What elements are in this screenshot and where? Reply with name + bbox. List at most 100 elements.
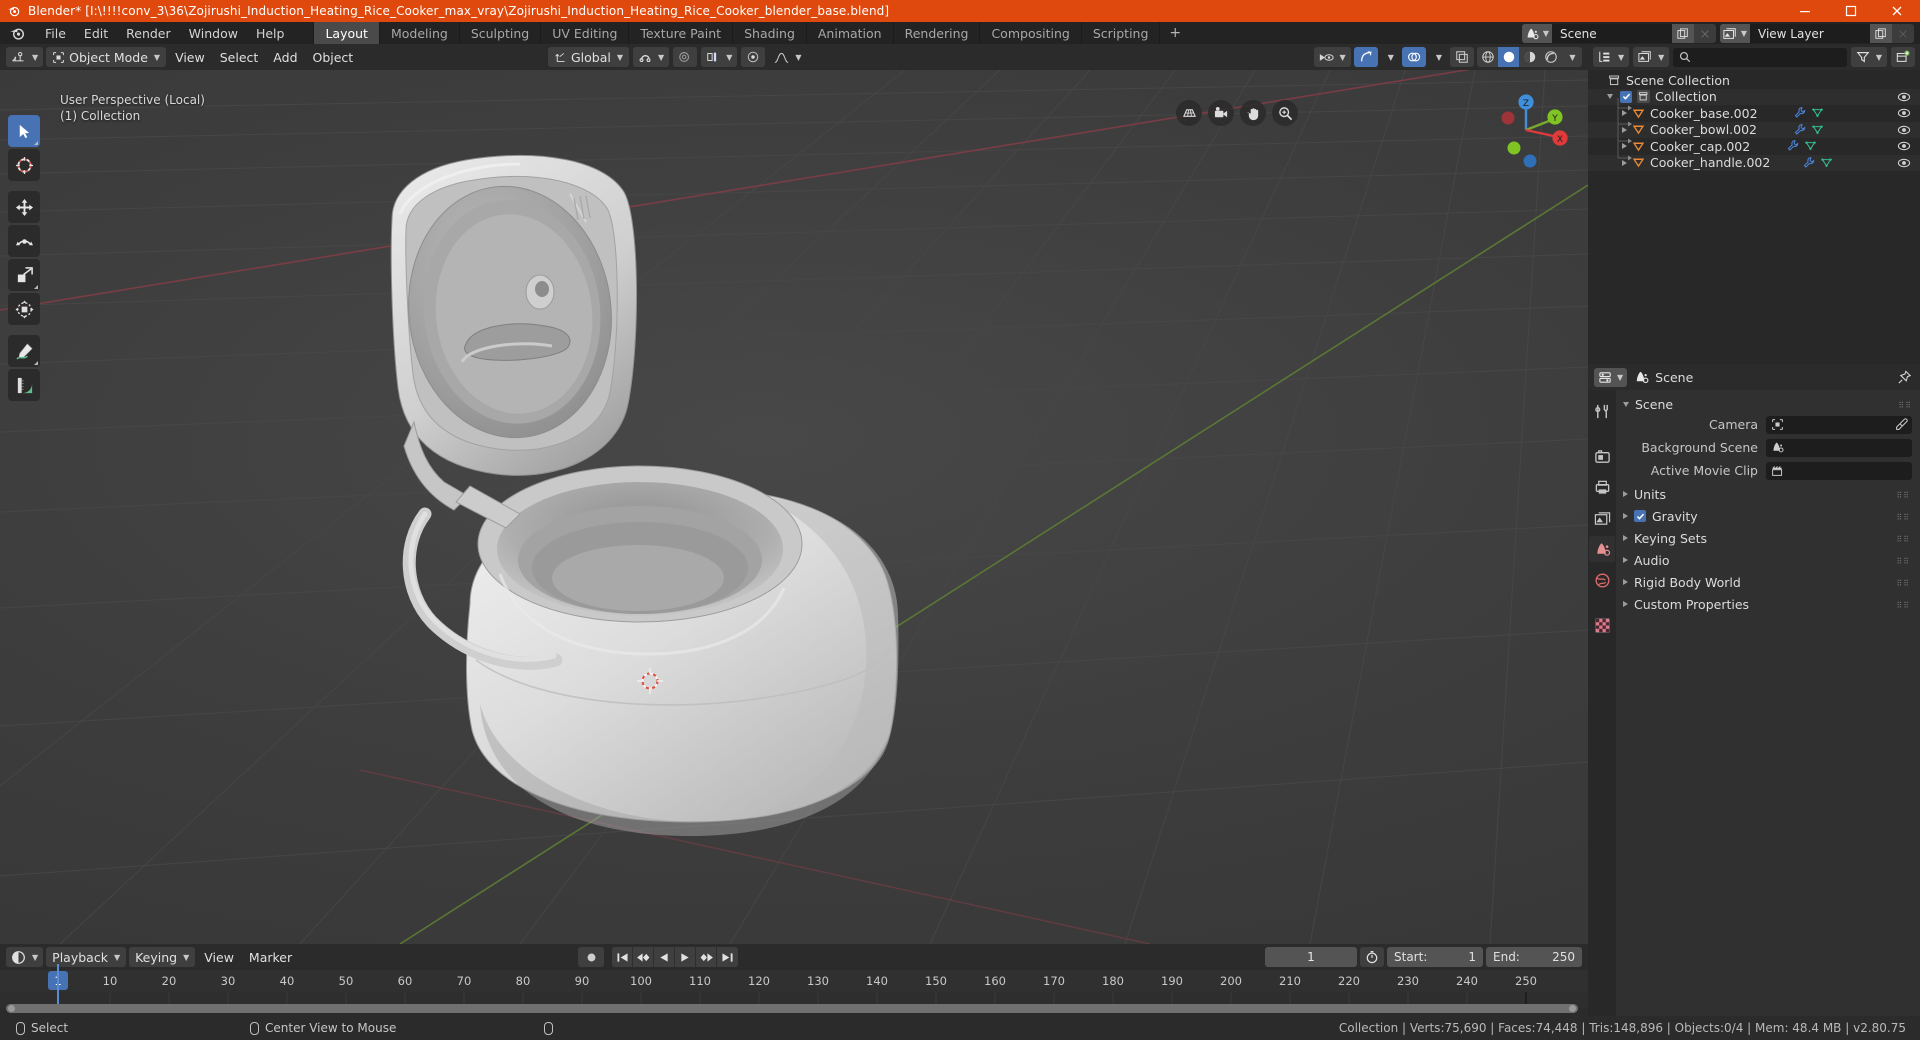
tab-uv-editing[interactable]: UV Editing: [540, 22, 628, 44]
section-custom-properties[interactable]: Custom Properties ⠿⠿: [1616, 593, 1920, 615]
jump-start-icon[interactable]: [612, 947, 633, 967]
tab-output[interactable]: [1589, 474, 1615, 500]
modifier-wrench-icon[interactable]: [1793, 123, 1806, 136]
tab-scene[interactable]: [1589, 536, 1615, 562]
transform-orientation-selector[interactable]: Global ▼: [548, 47, 630, 67]
gizmo-options-dropdown[interactable]: ▼: [1381, 47, 1399, 67]
scene-name[interactable]: Scene: [1552, 24, 1672, 43]
object-mode-selector[interactable]: Object Mode ▼: [46, 47, 167, 67]
mesh-data-icon[interactable]: [1811, 123, 1824, 136]
show-overlays-toggle[interactable]: [1401, 47, 1426, 67]
pan-view-icon[interactable]: [1240, 100, 1266, 126]
play-icon[interactable]: [675, 947, 696, 967]
outliner-row-object[interactable]: Cooker_bowl.002: [1588, 121, 1920, 138]
snapping-magnet-button[interactable]: ▼: [633, 47, 670, 67]
view-layer-name[interactable]: View Layer: [1750, 24, 1870, 43]
blender-logo-icon[interactable]: [8, 22, 30, 44]
delete-scene-button[interactable]: [1694, 24, 1716, 43]
cursor-tool[interactable]: [8, 149, 40, 181]
visibility-selector[interactable]: ▼: [1313, 47, 1351, 67]
snap-target-selector[interactable]: ▼: [701, 47, 738, 67]
add-workspace-button[interactable]: +: [1159, 22, 1190, 44]
solid-shading-button[interactable]: [1498, 47, 1519, 67]
mesh-data-icon[interactable]: [1811, 106, 1824, 119]
annotate-tool[interactable]: [8, 335, 40, 367]
outliner-new-collection-button[interactable]: [1891, 47, 1915, 67]
select-box-tool[interactable]: [8, 115, 40, 147]
rendered-shading-button[interactable]: [1540, 47, 1561, 67]
menu-edit[interactable]: Edit: [75, 23, 117, 43]
minimize-button[interactable]: [1782, 0, 1828, 22]
move-tool[interactable]: [8, 191, 40, 223]
section-audio[interactable]: Audio ⠿⠿: [1616, 549, 1920, 571]
play-reverse-icon[interactable]: [654, 947, 675, 967]
viewport-menu-add[interactable]: Add: [267, 47, 303, 67]
section-keying-sets[interactable]: Keying Sets ⠿⠿: [1616, 527, 1920, 549]
viewport-menu-view[interactable]: View: [169, 47, 211, 67]
outliner-search-input[interactable]: [1673, 47, 1847, 67]
tab-animation[interactable]: Animation: [805, 22, 893, 44]
tab-scripting[interactable]: Scripting: [1080, 22, 1160, 44]
outliner-editor-type-selector[interactable]: ▼: [1593, 47, 1630, 67]
view-layer-selector[interactable]: ▼ View Layer: [1720, 24, 1914, 43]
auto-keying-button[interactable]: [578, 947, 604, 967]
tab-world[interactable]: [1589, 567, 1615, 593]
transform-tool[interactable]: [8, 293, 40, 325]
timeline-menu-view[interactable]: View: [198, 947, 240, 967]
object-expander-icon[interactable]: [1618, 110, 1630, 117]
maximize-button[interactable]: [1828, 0, 1874, 22]
visibility-eye-icon[interactable]: [1897, 90, 1911, 107]
scale-tool[interactable]: [8, 259, 40, 291]
delete-view-layer-button[interactable]: [1892, 24, 1914, 43]
timeline-scrollbar[interactable]: [6, 1004, 1578, 1013]
modifier-wrench-icon[interactable]: [1793, 106, 1806, 119]
eyedropper-icon[interactable]: [1895, 417, 1908, 434]
xray-toggle[interactable]: [1450, 47, 1474, 67]
visibility-eye-icon[interactable]: [1897, 139, 1911, 156]
tab-render[interactable]: [1589, 443, 1615, 469]
tab-layout[interactable]: Layout: [313, 22, 379, 44]
tab-compositing[interactable]: Compositing: [979, 22, 1080, 44]
scrollbar-right-handle[interactable]: [1569, 1005, 1576, 1012]
timeline-menu-marker[interactable]: Marker: [243, 947, 298, 967]
section-rigid-body-world[interactable]: Rigid Body World ⠿⠿: [1616, 571, 1920, 593]
active-movie-clip-field[interactable]: [1766, 461, 1912, 480]
proportional-edit-button[interactable]: [673, 47, 698, 67]
outliner-row-scene-collection[interactable]: Scene Collection: [1588, 72, 1920, 89]
timeline-editor-type-selector[interactable]: ▼: [6, 947, 44, 967]
measure-tool[interactable]: [8, 369, 40, 401]
scrollbar-left-handle[interactable]: [8, 1005, 15, 1012]
overlay-options-dropdown[interactable]: ▼: [1429, 47, 1447, 67]
scene-panel-header[interactable]: Scene ⠿⠿: [1616, 394, 1920, 414]
viewport-menu-select[interactable]: Select: [214, 47, 265, 67]
properties-editor-type-selector[interactable]: ▼: [1594, 367, 1628, 387]
outliner-display-mode-selector[interactable]: ▼: [1633, 47, 1670, 67]
menu-file[interactable]: File: [36, 23, 75, 43]
section-gravity[interactable]: Gravity ⠿⠿: [1616, 505, 1920, 527]
collection-checkbox[interactable]: [1620, 90, 1632, 103]
viewport-canvas[interactable]: User Perspective (Local) (1) Collection: [0, 70, 1588, 944]
tab-modeling[interactable]: Modeling: [378, 22, 459, 44]
outliner-row-object[interactable]: Cooker_base.002: [1588, 105, 1920, 122]
editor-type-selector[interactable]: ▼: [6, 47, 44, 67]
wireframe-shading-button[interactable]: [1477, 47, 1498, 67]
frame-end-field[interactable]: End: 250: [1486, 947, 1582, 967]
tab-tool[interactable]: [1589, 398, 1615, 424]
show-gizmo-toggle[interactable]: [1353, 47, 1378, 67]
section-units[interactable]: Units ⠿⠿: [1616, 483, 1920, 505]
tab-sculpting[interactable]: Sculpting: [458, 22, 540, 44]
camera-view-icon[interactable]: [1208, 100, 1234, 126]
mesh-data-icon[interactable]: [1820, 156, 1833, 169]
scene-selector[interactable]: ▼ Scene: [1522, 24, 1716, 43]
object-expander-icon[interactable]: [1618, 159, 1630, 166]
gravity-checkbox[interactable]: [1634, 510, 1646, 522]
pivot-point-selector[interactable]: [741, 47, 766, 67]
object-expander-icon[interactable]: [1618, 143, 1630, 150]
next-keyframe-icon[interactable]: [696, 947, 717, 967]
modifier-wrench-icon[interactable]: [1802, 156, 1815, 169]
close-button[interactable]: [1874, 0, 1920, 22]
shading-options-dropdown[interactable]: ▼: [1561, 47, 1582, 67]
jump-end-icon[interactable]: [717, 947, 738, 967]
proportional-falloff-selector[interactable]: ▼: [769, 47, 806, 67]
timeline-menu-keying[interactable]: Keying ▼: [129, 947, 196, 967]
